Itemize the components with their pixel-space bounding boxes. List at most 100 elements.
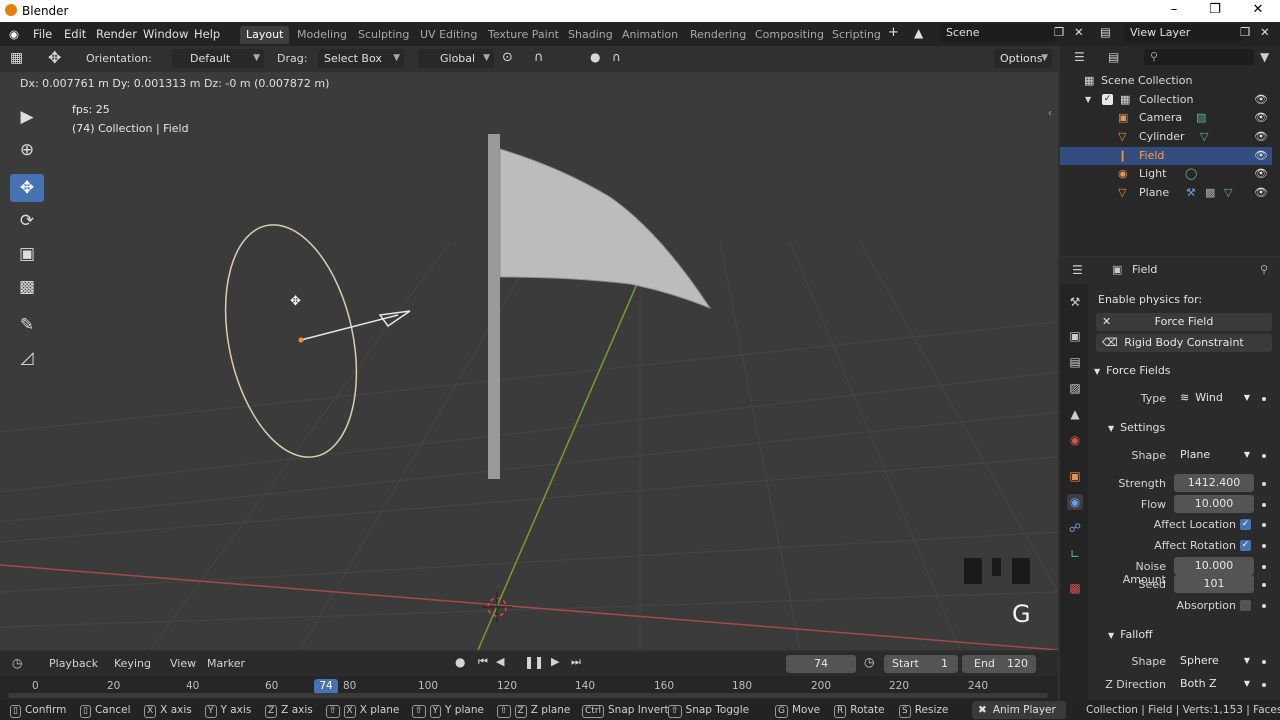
keyframe-dot[interactable] [1262,604,1266,608]
tab-uv-editing[interactable]: UV Editing [414,26,483,44]
tab-shading[interactable]: Shading [562,26,619,44]
field-wind-circle[interactable] [206,213,376,470]
cylinder-pole[interactable] [488,134,500,479]
tab-rendering[interactable]: Rendering [684,26,752,44]
keyframe-dot[interactable] [1262,482,1266,486]
z-direction-dropdown[interactable]: Both Z ▼ [1174,675,1254,693]
strength-field[interactable]: 1412.400 [1174,474,1254,492]
record-icon[interactable]: ● [455,655,465,669]
menu-render[interactable]: Render [96,27,137,41]
falloff-shape-dropdown[interactable]: Sphere ▼ [1174,652,1254,670]
tab-animation[interactable]: Animation [616,26,684,44]
keyframe-dot[interactable] [1262,397,1266,401]
editor-type-icon[interactable]: ▦ [10,50,23,66]
menu-help[interactable]: Help [194,27,220,41]
blender-menu-icon[interactable]: ◉ [9,27,19,41]
properties-editor-icon[interactable]: ☰ [1072,263,1083,277]
falloff-panel-header[interactable]: ▼ Falloff [1108,628,1153,641]
menu-playback[interactable]: Playback [49,657,98,670]
move-tool-icon[interactable]: ✥ [48,48,61,67]
keyframe-dot[interactable] [1262,583,1266,587]
timeline-scrollbar[interactable] [8,693,1048,698]
mesh-data-icon[interactable]: ▽ [1200,128,1208,146]
visibility-eye-icon[interactable]: 👁 [1254,165,1268,183]
collection-row[interactable]: ▼ ✓ ▦ Collection 👁 [1060,91,1272,109]
timeline-editor-icon[interactable]: ◷ [12,656,22,670]
noise-amount-field[interactable]: 10.000 [1174,557,1254,575]
view-layer-icon[interactable]: ▤ [1100,25,1111,39]
force-fields-panel-header[interactable]: ▼ Force Fields [1094,364,1171,377]
physics-tab-icon[interactable]: ◉ [1067,494,1083,510]
close-icon[interactable]: ✕ [1248,2,1268,17]
flow-field[interactable]: 10.000 [1174,495,1254,513]
visibility-eye-icon[interactable]: 👁 [1254,91,1268,109]
visibility-eye-icon[interactable]: 👁 [1254,109,1268,127]
particles-icon[interactable]: ▩ [1205,184,1215,202]
options-dropdown[interactable]: Options ▼ [994,49,1052,68]
drag-dropdown[interactable]: Select Box ▼ [318,49,404,68]
jump-end-icon[interactable]: ⏭ [571,655,581,669]
tab-compositing[interactable]: Compositing [749,26,830,44]
scene-tab-icon[interactable]: ▲ [1067,406,1083,422]
transform-space-dropdown[interactable]: Global ▼ [418,49,494,68]
view-layer-field[interactable]: View Layer [1124,24,1242,42]
type-dropdown[interactable]: ≋ Wind ▼ [1174,389,1254,407]
visibility-eye-icon[interactable]: 👁 [1254,184,1268,202]
current-frame-field[interactable]: 74 [786,655,856,673]
keyframe-dot[interactable] [1262,454,1266,458]
keyframe-dot[interactable] [1262,544,1266,548]
modifier-wrench-icon[interactable]: ⚒ [1186,184,1196,202]
mesh-data-icon[interactable]: ▽ [1224,184,1232,202]
outliner-item-plane[interactable]: ▽ Plane ⚒ ▩ ▽ 👁 [1060,184,1272,202]
add-workspace-icon[interactable]: + [888,25,899,40]
tab-modeling[interactable]: Modeling [291,26,353,44]
pivot-icon[interactable]: ⊙ [502,50,513,65]
jump-keyframe-back-icon[interactable]: ◀ [496,655,504,668]
rotate-tool-icon[interactable]: ⟳ [10,207,44,235]
keyframe-dot[interactable] [1262,565,1266,569]
select-box-icon[interactable]: ▶ [10,103,44,131]
end-frame-field[interactable]: End 120 [962,655,1036,673]
menu-keying[interactable]: Keying [114,657,151,670]
cloth-flag[interactable] [499,148,712,310]
texture-tab-icon[interactable]: ▩ [1067,580,1083,596]
outliner-item-field[interactable]: ❙ Field 👁 [1060,147,1272,165]
anim-player-button[interactable]: ✖ Anim Player [972,701,1066,719]
constraints-tab-icon[interactable]: ☍ [1067,520,1083,536]
shape-dropdown[interactable]: Plane ▼ [1174,446,1254,464]
keyframe-dot[interactable] [1262,523,1266,527]
scene-field[interactable]: Scene [940,24,1056,42]
annotate-tool-icon[interactable]: ✎ [10,311,44,339]
menu-view[interactable]: View [170,657,196,670]
new-scene-icon[interactable]: ❐ [1054,25,1064,39]
keyframe-dot[interactable] [1262,683,1266,687]
tool-tab-icon[interactable]: ⚒ [1067,294,1083,310]
display-mode-icon[interactable]: ▤ [1108,50,1119,64]
jump-start-icon[interactable]: ⏮ [478,655,488,669]
scene-collection-row[interactable]: ▦ Scene Collection [1060,72,1272,90]
orientation-dropdown[interactable]: Default ▼ [172,49,264,68]
rigid-body-constraint-button[interactable]: ⌫ Rigid Body Constraint [1096,334,1272,352]
tab-sculpting[interactable]: Sculpting [352,26,415,44]
playhead[interactable]: 74 [314,679,338,694]
timeline-ruler[interactable]: 0 20 40 60 80 100 120 140 160 180 200 22… [0,676,1058,700]
keyframe-dot[interactable] [1262,503,1266,507]
menu-edit[interactable]: Edit [64,27,86,41]
3d-viewport[interactable]: Dx: 0.007761 m Dy: 0.001313 m Dz: -0 m (… [0,72,1058,650]
move-tool-button[interactable]: ✥ [10,174,44,202]
object-tab-icon[interactable]: ▣ [1067,468,1083,484]
render-tab-icon[interactable]: ▣ [1067,328,1083,344]
view-layer-tab-icon[interactable]: ▨ [1067,380,1083,396]
filter-icon[interactable]: ▼ [1260,50,1269,64]
tab-scripting[interactable]: Scripting [826,26,887,44]
menu-marker[interactable]: Marker [207,657,245,670]
minimize-icon[interactable]: – [1164,2,1184,17]
settings-panel-header[interactable]: ▼ Settings [1108,421,1165,434]
menu-window[interactable]: Window [143,27,188,41]
proportional-edit-icon[interactable]: ● [590,50,600,64]
output-tab-icon[interactable]: ▤ [1067,354,1083,370]
absorption-checkbox[interactable] [1240,600,1251,611]
affect-location-checkbox[interactable]: ✓ [1240,519,1251,530]
sidebar-toggle-icon[interactable]: ‹ [1048,108,1052,119]
affect-rotation-checkbox[interactable]: ✓ [1240,540,1251,551]
